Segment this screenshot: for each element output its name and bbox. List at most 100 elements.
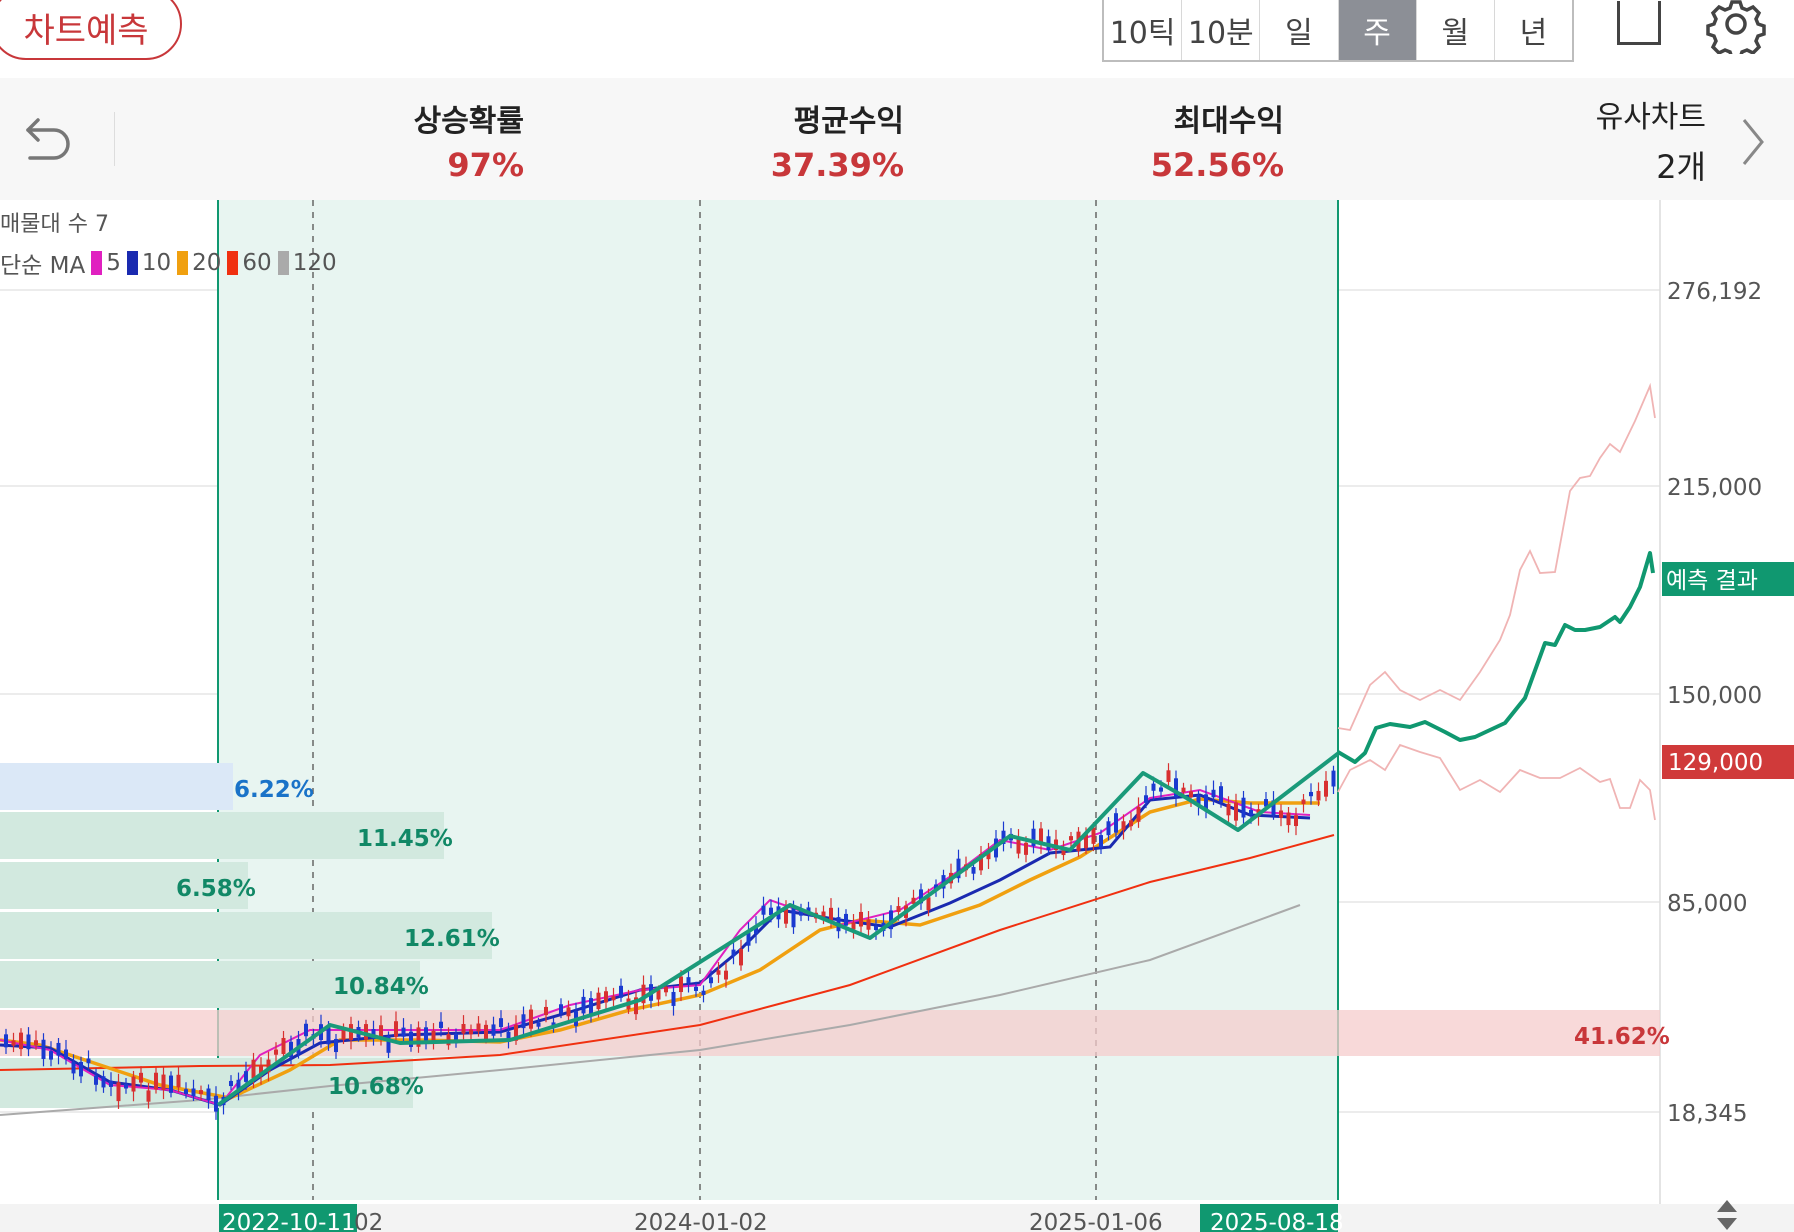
candle-body — [341, 1029, 346, 1040]
candle-body — [1324, 780, 1328, 797]
candle-body — [1129, 820, 1133, 827]
top-bar: 차트예측 10틱 10분 일 주 월 년 — [0, 0, 1794, 78]
candle-body — [169, 1075, 173, 1093]
candle-body — [1211, 789, 1216, 798]
candle-body — [161, 1074, 166, 1090]
candle-body — [1226, 803, 1231, 816]
candle-body — [229, 1080, 233, 1087]
candle-body — [926, 897, 931, 911]
candle-body — [184, 1089, 188, 1095]
average-return-label: 평균수익 — [793, 104, 904, 139]
candle-body — [1241, 797, 1246, 818]
chart-predict-button[interactable]: 차트예측 — [0, 0, 182, 60]
volume-profile-bar — [0, 1010, 1660, 1056]
chevron-right-icon[interactable] — [1738, 116, 1768, 168]
candle-body — [1114, 813, 1118, 833]
candle-body — [86, 1058, 91, 1064]
y-tick-label: 276,192 — [1667, 279, 1762, 305]
rise-probability-label: 상승확률 — [413, 104, 524, 139]
candle-body — [664, 986, 668, 993]
volume-pct-label: 10.68% — [328, 1074, 424, 1100]
x-tick-label: 02 — [354, 1210, 383, 1232]
candle-body — [1301, 799, 1306, 805]
candle-body — [559, 1004, 563, 1014]
candle-body — [1061, 850, 1066, 856]
candle-body — [1234, 802, 1238, 821]
candle-body — [1189, 791, 1193, 798]
tab-day[interactable]: 일 — [1260, 0, 1339, 60]
similar-charts[interactable]: 유사차트 2개 — [1596, 92, 1706, 188]
candle-body — [94, 1075, 98, 1085]
current-price-label: 129,000 — [1668, 750, 1763, 776]
price-chart[interactable]: 276,192 215,000 150,000 85,000 18,345 예측… — [0, 200, 1794, 1232]
candle-body — [131, 1076, 136, 1092]
candle-body — [851, 922, 856, 930]
ma60-label: 60 — [242, 250, 272, 276]
candle-body — [1091, 827, 1096, 844]
volume-pct-label: 12.61% — [404, 926, 500, 952]
prediction-summary: 상승확률 97% 평균수익 37.39% 최대수익 52.56% 유사차트 2개 — [0, 78, 1794, 200]
candle-body — [1099, 835, 1103, 848]
candle-body — [739, 949, 743, 966]
candle-body — [896, 906, 901, 912]
candle-body — [476, 1023, 481, 1032]
candle-body — [274, 1049, 278, 1055]
candle-body — [731, 949, 736, 956]
candle-body — [544, 1006, 548, 1016]
candle-body — [1294, 815, 1298, 827]
ma5-swatch — [91, 251, 103, 275]
candle-body — [724, 970, 728, 980]
candle-body — [529, 1009, 533, 1029]
candle-body — [11, 1040, 16, 1046]
candle-body — [866, 919, 871, 930]
divider — [114, 112, 115, 166]
tab-week[interactable]: 주 — [1338, 0, 1417, 60]
candle-body — [701, 990, 706, 995]
candle-body — [469, 1029, 473, 1035]
candle-body — [1219, 786, 1223, 803]
candle-body — [1286, 812, 1291, 826]
prediction-line — [1336, 551, 1655, 764]
candle-body — [191, 1088, 196, 1097]
similar-chart-low — [1337, 743, 1656, 821]
max-return: 최대수익 52.56% — [1151, 96, 1284, 184]
x-tick-label: 2024-01-02 — [634, 1210, 768, 1232]
candle-body — [1166, 770, 1171, 782]
volume-pct-label: 10.84% — [333, 974, 429, 1000]
candle-body — [679, 976, 683, 993]
candle-body — [1069, 836, 1073, 841]
candle-body — [791, 907, 796, 928]
fullscreen-square-icon[interactable] — [1617, 1, 1661, 45]
candle-body — [1121, 821, 1126, 830]
candle-body — [1181, 787, 1186, 793]
gear-icon[interactable] — [1706, 0, 1766, 54]
volume-pct-label: 6.22% — [234, 777, 314, 803]
y-tick-label: 150,000 — [1667, 683, 1762, 709]
candle-body — [859, 911, 863, 927]
y-tick-label: 85,000 — [1667, 891, 1747, 917]
tab-month[interactable]: 월 — [1417, 0, 1495, 60]
candle-body — [694, 986, 698, 991]
undo-icon[interactable] — [20, 108, 76, 164]
candle-body — [521, 1014, 526, 1029]
candle-body — [1279, 810, 1283, 818]
candle-body — [41, 1039, 46, 1060]
max-return-value: 52.56% — [1150, 146, 1284, 184]
ma10-label: 10 — [141, 250, 172, 276]
candle-body — [484, 1024, 488, 1040]
tab-10min[interactable]: 10분 — [1182, 0, 1261, 60]
candle-body — [1136, 806, 1141, 822]
candle-body — [116, 1082, 121, 1102]
candle-body — [56, 1042, 61, 1056]
candle-body — [439, 1021, 443, 1028]
candle-body — [1024, 842, 1028, 855]
tab-year[interactable]: 년 — [1495, 0, 1572, 60]
y-axis-labels: 276,192 215,000 150,000 85,000 18,345 — [1667, 279, 1762, 1127]
candle-body — [611, 996, 616, 1001]
tab-10tick[interactable]: 10틱 — [1104, 0, 1183, 60]
candle-body — [79, 1061, 83, 1077]
ma10-swatch — [126, 251, 138, 275]
candle-body — [34, 1040, 38, 1046]
similar-chart-high — [1337, 382, 1656, 732]
y-tick-label: 18,345 — [1667, 1101, 1747, 1127]
